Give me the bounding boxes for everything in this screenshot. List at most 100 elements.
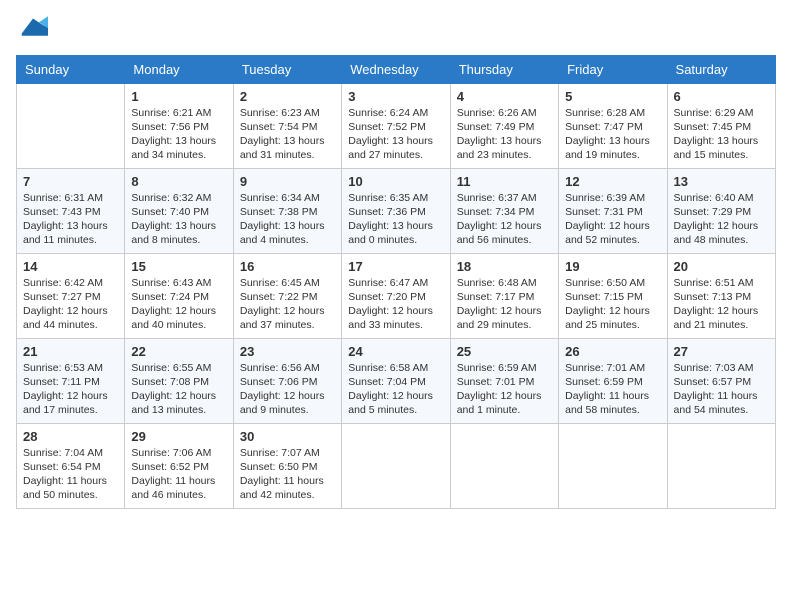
day-info: Sunrise: 6:42 AMSunset: 7:27 PMDaylight:… bbox=[23, 276, 118, 333]
day-header-tuesday: Tuesday bbox=[233, 55, 341, 83]
day-number: 1 bbox=[131, 89, 226, 104]
day-info: Sunrise: 7:04 AMSunset: 6:54 PMDaylight:… bbox=[23, 446, 118, 503]
day-number: 7 bbox=[23, 174, 118, 189]
day-number: 4 bbox=[457, 89, 552, 104]
logo-text bbox=[16, 16, 48, 45]
day-info: Sunrise: 7:03 AMSunset: 6:57 PMDaylight:… bbox=[674, 361, 769, 418]
day-header-friday: Friday bbox=[559, 55, 667, 83]
calendar-cell: 17 Sunrise: 6:47 AMSunset: 7:20 PMDayligh… bbox=[342, 253, 450, 338]
day-number: 3 bbox=[348, 89, 443, 104]
day-info: Sunrise: 6:40 AMSunset: 7:29 PMDaylight:… bbox=[674, 191, 769, 248]
day-number: 23 bbox=[240, 344, 335, 359]
day-number: 30 bbox=[240, 429, 335, 444]
week-row-5: 28 Sunrise: 7:04 AMSunset: 6:54 PMDayligh… bbox=[17, 423, 776, 508]
day-info: Sunrise: 6:48 AMSunset: 7:17 PMDaylight:… bbox=[457, 276, 552, 333]
calendar-cell: 9Sunrise: 6:34 AMSunset: 7:38 PMDaylight… bbox=[233, 168, 341, 253]
calendar-cell: 7 Sunrise: 6:31 AMSunset: 7:43 PMDaylight… bbox=[17, 168, 125, 253]
week-row-1: 1Sunrise: 6:21 AMSunset: 7:56 PMDaylight… bbox=[17, 83, 776, 168]
day-number: 2 bbox=[240, 89, 335, 104]
day-info: Sunrise: 6:50 AMSunset: 7:15 PMDaylight:… bbox=[565, 276, 660, 333]
week-row-3: 14Sunrise: 6:42 AMSunset: 7:27 PMDayligh… bbox=[17, 253, 776, 338]
calendar-cell: 2 Sunrise: 6:23 AMSunset: 7:54 PMDaylight… bbox=[233, 83, 341, 168]
day-number: 5 bbox=[565, 89, 660, 104]
week-row-4: 21 Sunrise: 6:53 AMSunset: 7:11 PMDayligh… bbox=[17, 338, 776, 423]
day-header-sunday: Sunday bbox=[17, 55, 125, 83]
calendar-cell bbox=[559, 423, 667, 508]
calendar-cell: 19Sunrise: 6:50 AMSunset: 7:15 PMDayligh… bbox=[559, 253, 667, 338]
calendar-cell: 10 Sunrise: 6:35 AMSunset: 7:36 PMDayligh… bbox=[342, 168, 450, 253]
day-number: 15 bbox=[131, 259, 226, 274]
day-number: 26 bbox=[565, 344, 660, 359]
calendar-cell: 23 Sunrise: 6:56 AMSunset: 7:06 PMDayligh… bbox=[233, 338, 341, 423]
calendar-cell bbox=[342, 423, 450, 508]
logo-icon bbox=[18, 14, 48, 38]
day-info: Sunrise: 7:07 AMSunset: 6:50 PMDaylight:… bbox=[240, 446, 335, 503]
day-number: 16 bbox=[240, 259, 335, 274]
day-info: Sunrise: 6:47 AMSunset: 7:20 PMDaylight:… bbox=[348, 276, 443, 333]
day-info: Sunrise: 6:43 AMSunset: 7:24 PMDaylight:… bbox=[131, 276, 226, 333]
calendar-cell: 22 Sunrise: 6:55 AMSunset: 7:08 PMDayligh… bbox=[125, 338, 233, 423]
calendar-cell: 21 Sunrise: 6:53 AMSunset: 7:11 PMDayligh… bbox=[17, 338, 125, 423]
day-info: Sunrise: 7:06 AMSunset: 6:52 PMDaylight:… bbox=[131, 446, 226, 503]
calendar-cell: 29 Sunrise: 7:06 AMSunset: 6:52 PMDayligh… bbox=[125, 423, 233, 508]
calendar-cell: 14Sunrise: 6:42 AMSunset: 7:27 PMDayligh… bbox=[17, 253, 125, 338]
calendar-cell: 25 Sunrise: 6:59 AMSunset: 7:01 PMDayligh… bbox=[450, 338, 558, 423]
day-number: 17 bbox=[348, 259, 443, 274]
day-info: Sunrise: 6:45 AMSunset: 7:22 PMDaylight:… bbox=[240, 276, 335, 333]
calendar-cell: 4 Sunrise: 6:26 AMSunset: 7:49 PMDaylight… bbox=[450, 83, 558, 168]
day-info: Sunrise: 6:59 AMSunset: 7:01 PMDaylight:… bbox=[457, 361, 552, 418]
day-info: Sunrise: 6:34 AMSunset: 7:38 PMDaylight:… bbox=[240, 191, 335, 248]
week-row-2: 7 Sunrise: 6:31 AMSunset: 7:43 PMDaylight… bbox=[17, 168, 776, 253]
day-header-saturday: Saturday bbox=[667, 55, 775, 83]
day-number: 12 bbox=[565, 174, 660, 189]
day-header-monday: Monday bbox=[125, 55, 233, 83]
day-info: Sunrise: 6:37 AMSunset: 7:34 PMDaylight:… bbox=[457, 191, 552, 248]
day-info: Sunrise: 6:31 AMSunset: 7:43 PMDaylight:… bbox=[23, 191, 118, 248]
calendar-cell: 1Sunrise: 6:21 AMSunset: 7:56 PMDaylight… bbox=[125, 83, 233, 168]
calendar-cell: 5Sunrise: 6:28 AMSunset: 7:47 PMDaylight… bbox=[559, 83, 667, 168]
calendar-cell bbox=[667, 423, 775, 508]
calendar-table: SundayMondayTuesdayWednesdayThursdayFrid… bbox=[16, 55, 776, 509]
day-number: 11 bbox=[457, 174, 552, 189]
day-number: 21 bbox=[23, 344, 118, 359]
day-info: Sunrise: 6:35 AMSunset: 7:36 PMDaylight:… bbox=[348, 191, 443, 248]
calendar-cell: 18 Sunrise: 6:48 AMSunset: 7:17 PMDayligh… bbox=[450, 253, 558, 338]
day-number: 28 bbox=[23, 429, 118, 444]
calendar-cell: 8Sunrise: 6:32 AMSunset: 7:40 PMDaylight… bbox=[125, 168, 233, 253]
calendar-cell: 27 Sunrise: 7:03 AMSunset: 6:57 PMDayligh… bbox=[667, 338, 775, 423]
day-number: 27 bbox=[674, 344, 769, 359]
day-number: 18 bbox=[457, 259, 552, 274]
calendar-header-row: SundayMondayTuesdayWednesdayThursdayFrid… bbox=[17, 55, 776, 83]
day-info: Sunrise: 6:39 AMSunset: 7:31 PMDaylight:… bbox=[565, 191, 660, 248]
calendar-cell: 3 Sunrise: 6:24 AMSunset: 7:52 PMDaylight… bbox=[342, 83, 450, 168]
day-number: 25 bbox=[457, 344, 552, 359]
day-number: 29 bbox=[131, 429, 226, 444]
day-info: Sunrise: 6:29 AMSunset: 7:45 PMDaylight:… bbox=[674, 106, 769, 163]
day-info: Sunrise: 6:53 AMSunset: 7:11 PMDaylight:… bbox=[23, 361, 118, 418]
day-number: 10 bbox=[348, 174, 443, 189]
calendar-cell: 24 Sunrise: 6:58 AMSunset: 7:04 PMDayligh… bbox=[342, 338, 450, 423]
day-info: Sunrise: 6:32 AMSunset: 7:40 PMDaylight:… bbox=[131, 191, 226, 248]
day-number: 24 bbox=[348, 344, 443, 359]
day-info: Sunrise: 7:01 AMSunset: 6:59 PMDaylight:… bbox=[565, 361, 660, 418]
day-info: Sunrise: 6:26 AMSunset: 7:49 PMDaylight:… bbox=[457, 106, 552, 163]
calendar-cell: 20Sunrise: 6:51 AMSunset: 7:13 PMDayligh… bbox=[667, 253, 775, 338]
day-number: 22 bbox=[131, 344, 226, 359]
day-header-thursday: Thursday bbox=[450, 55, 558, 83]
day-info: Sunrise: 6:55 AMSunset: 7:08 PMDaylight:… bbox=[131, 361, 226, 418]
day-number: 20 bbox=[674, 259, 769, 274]
calendar-cell: 13 Sunrise: 6:40 AMSunset: 7:29 PMDayligh… bbox=[667, 168, 775, 253]
day-header-wednesday: Wednesday bbox=[342, 55, 450, 83]
day-info: Sunrise: 6:23 AMSunset: 7:54 PMDaylight:… bbox=[240, 106, 335, 163]
calendar-cell: 11 Sunrise: 6:37 AMSunset: 7:34 PMDayligh… bbox=[450, 168, 558, 253]
day-number: 6 bbox=[674, 89, 769, 104]
day-info: Sunrise: 6:24 AMSunset: 7:52 PMDaylight:… bbox=[348, 106, 443, 163]
day-number: 13 bbox=[674, 174, 769, 189]
calendar-cell: 12 Sunrise: 6:39 AMSunset: 7:31 PMDayligh… bbox=[559, 168, 667, 253]
page-header bbox=[16, 16, 776, 45]
calendar-cell: 15 Sunrise: 6:43 AMSunset: 7:24 PMDayligh… bbox=[125, 253, 233, 338]
calendar-cell: 6 Sunrise: 6:29 AMSunset: 7:45 PMDaylight… bbox=[667, 83, 775, 168]
logo bbox=[16, 16, 48, 45]
day-info: Sunrise: 6:56 AMSunset: 7:06 PMDaylight:… bbox=[240, 361, 335, 418]
day-info: Sunrise: 6:58 AMSunset: 7:04 PMDaylight:… bbox=[348, 361, 443, 418]
